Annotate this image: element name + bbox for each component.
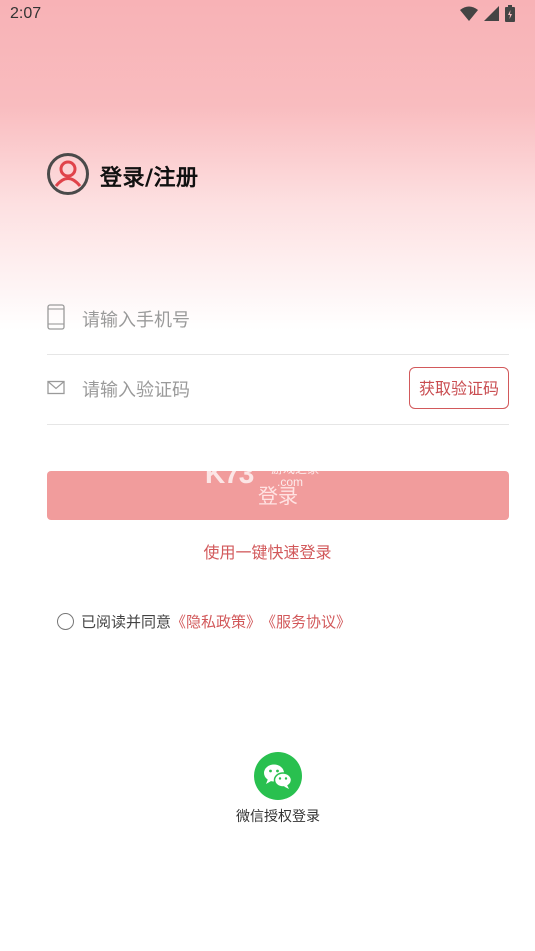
phone-field — [47, 284, 509, 355]
status-icons — [460, 5, 515, 22]
agreement-row: 已阅读并同意 《隐私政策》 《服务协议》 — [57, 611, 351, 632]
status-bar: 2:07 — [0, 0, 535, 30]
get-code-button[interactable]: 获取验证码 — [409, 367, 509, 409]
agreement-radio[interactable] — [57, 613, 74, 630]
login-button[interactable]: 登录 — [47, 471, 509, 520]
mail-icon — [47, 380, 65, 399]
privacy-policy-link[interactable]: 《隐私政策》 — [171, 611, 261, 632]
code-field: 获取验证码 — [47, 354, 509, 425]
phone-icon — [47, 304, 65, 334]
signal-icon — [484, 6, 499, 21]
quick-login-link[interactable]: 使用一键快速登录 — [0, 539, 535, 563]
phone-input[interactable] — [80, 302, 384, 338]
wifi-icon — [460, 6, 478, 22]
page-title: 登录/注册 — [100, 166, 199, 191]
status-time: 2:07 — [10, 5, 42, 22]
wechat-login-label: 微信授权登录 — [236, 809, 320, 825]
agreement-prefix: 已阅读并同意 — [81, 613, 172, 631]
user-avatar-icon — [47, 153, 89, 199]
code-input[interactable] — [80, 372, 384, 408]
wechat-login-button[interactable] — [254, 752, 302, 800]
service-agreement-link[interactable]: 《服务协议》 — [261, 611, 351, 632]
battery-icon — [505, 5, 515, 22]
page-header: 登录/注册 — [47, 153, 199, 199]
